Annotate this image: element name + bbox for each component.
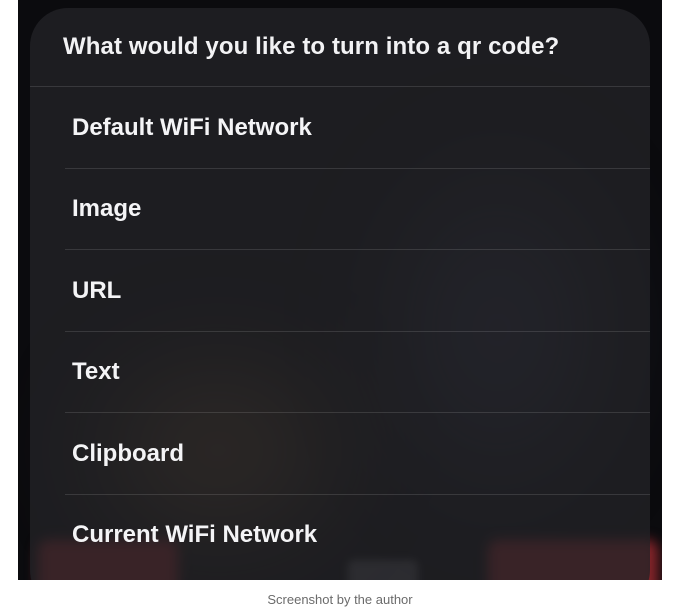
option-default-wifi-network[interactable]: Default WiFi Network — [30, 87, 650, 169]
option-label: URL — [72, 276, 122, 304]
option-list: Default WiFi Network Image URL Text Clip… — [30, 87, 650, 576]
qr-choice-dialog: What would you like to turn into a qr co… — [30, 8, 650, 580]
option-label: Clipboard — [72, 439, 184, 467]
option-label: Current WiFi Network — [72, 521, 318, 549]
option-clipboard[interactable]: Clipboard — [30, 413, 650, 495]
option-label: Default WiFi Network — [72, 113, 312, 141]
option-label: Text — [72, 358, 120, 386]
option-image[interactable]: Image — [30, 169, 650, 251]
option-url[interactable]: URL — [30, 250, 650, 332]
dialog-header: What would you like to turn into a qr co… — [30, 8, 650, 87]
option-current-wifi-network[interactable]: Current WiFi Network — [30, 495, 650, 577]
dialog-title: What would you like to turn into a qr co… — [63, 33, 560, 60]
option-label: Image — [72, 195, 142, 223]
image-caption: Screenshot by the author — [267, 592, 413, 607]
option-text[interactable]: Text — [30, 332, 650, 414]
screenshot-frame: What would you like to turn into a qr co… — [18, 0, 662, 580]
